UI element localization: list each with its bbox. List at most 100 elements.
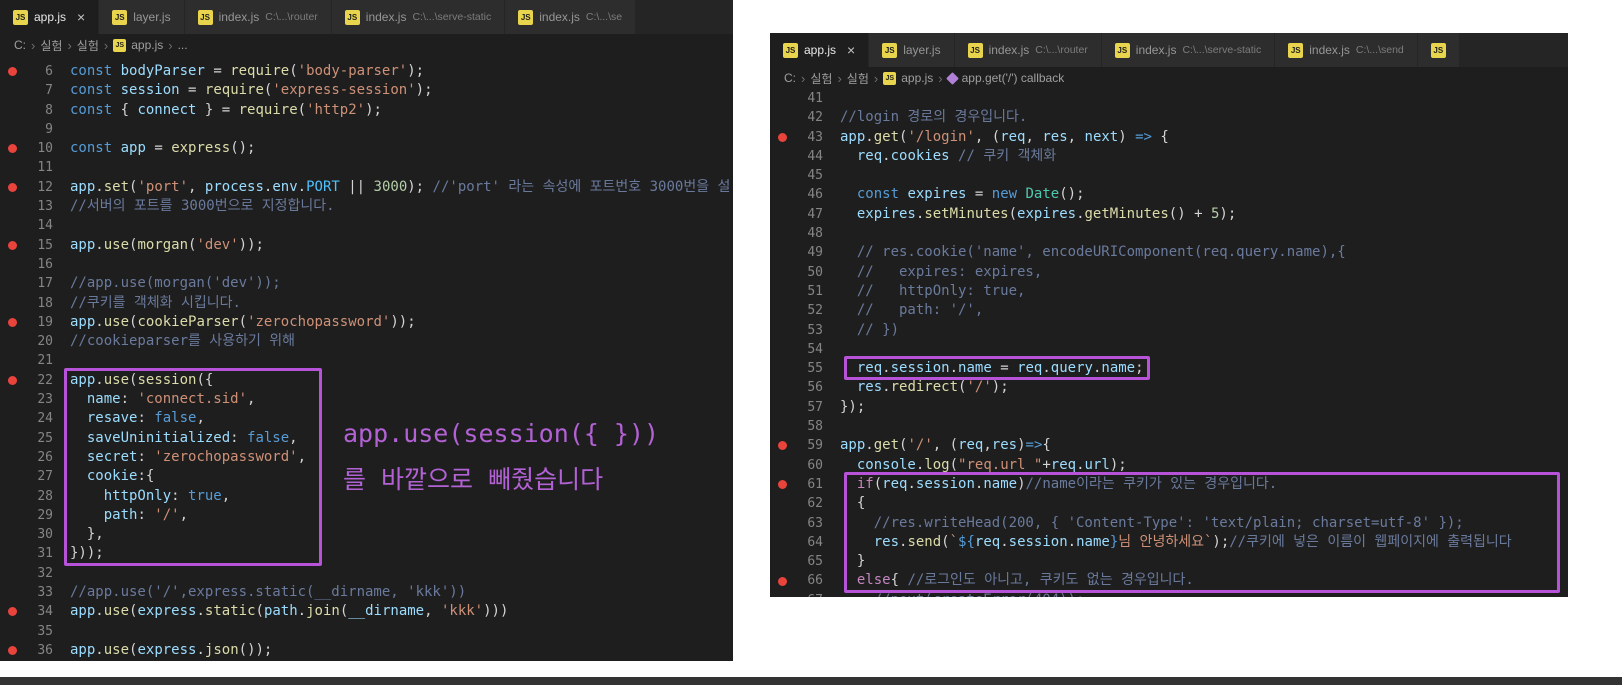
breakpoint-dot[interactable] <box>778 249 787 258</box>
code-line[interactable]: 61 if(req.session.name)//name이라는 쿠키가 있는 … <box>770 475 1568 494</box>
tab-index.js[interactable]: JS index.js C:\...\router <box>954 33 1102 67</box>
code-line[interactable]: 6 const bodyParser = require('body-parser… <box>0 62 733 81</box>
breakpoint-dot[interactable] <box>778 422 787 431</box>
code-line[interactable]: 51 // httpOnly: true, <box>770 282 1568 301</box>
code-line[interactable]: 59 app.get('/', (req,res)=>{ <box>770 436 1568 455</box>
breakpoint-dot[interactable] <box>778 94 787 103</box>
breakpoint-dot[interactable] <box>8 125 17 134</box>
breakpoint-dot[interactable] <box>778 113 787 122</box>
breakpoint-dot[interactable] <box>8 588 17 597</box>
code-editor[interactable]: 6 const bodyParser = require('body-parser… <box>0 56 733 660</box>
breakpoint-dot[interactable] <box>8 260 17 269</box>
code-line[interactable]: 62 { <box>770 494 1568 513</box>
breakpoint-dot[interactable] <box>778 441 787 451</box>
tab-index.js[interactable]: JS index.js C:\...\send <box>1275 33 1418 67</box>
code-line[interactable]: 9 <box>0 120 733 139</box>
breakpoint-dot[interactable] <box>778 557 787 566</box>
breakpoint-dot[interactable] <box>8 511 17 520</box>
code-line[interactable]: 34 app.use(express.static(path.join(__dir… <box>0 602 733 621</box>
code-line[interactable]: 65 } <box>770 552 1568 571</box>
code-line[interactable]: 57}); <box>770 398 1568 417</box>
tab-app.js[interactable]: JS app.js × <box>0 0 100 34</box>
code-line[interactable]: 46 const expires = new Date(); <box>770 185 1568 204</box>
breakpoint-dot[interactable] <box>778 229 787 238</box>
breakpoint-dot[interactable] <box>8 492 17 501</box>
breadcrumb-item[interactable]: JS app.js <box>883 71 933 85</box>
breakpoint-dot[interactable] <box>778 268 787 277</box>
code-line[interactable]: 20 //cookieparser를 사용하기 위해 <box>0 332 733 351</box>
code-line[interactable]: 8 const { connect } = require('http2'); <box>0 101 733 120</box>
breakpoint-dot[interactable] <box>8 395 17 404</box>
breakpoint-dot[interactable] <box>778 364 787 373</box>
code-line[interactable]: 23 name: 'connect.sid', <box>0 390 733 409</box>
breakpoint-dot[interactable] <box>8 530 17 539</box>
code-line[interactable]: 33 //app.use('/',express.static(__dirname… <box>0 583 733 602</box>
breakpoint-dot[interactable] <box>778 287 787 296</box>
breakpoint-dot[interactable] <box>8 202 17 211</box>
breakpoint-dot[interactable] <box>8 279 17 288</box>
breadcrumb-item[interactable]: JS app.js <box>113 38 163 52</box>
code-line[interactable]: 44 req.cookies // 쿠키 객체화 <box>770 147 1568 166</box>
breakpoint-dot[interactable] <box>778 345 787 354</box>
code-editor[interactable]: 41 42 //login 경로의 경우입니다. 43 app.get('/login'… <box>770 89 1568 597</box>
tab-index.js[interactable]: JS index.js C:\...\router <box>184 0 332 34</box>
tab-partial[interactable]: JS <box>1417 33 1460 67</box>
code-line[interactable]: 42 //login 경로의 경우입니다. <box>770 108 1568 127</box>
breakpoint-dot[interactable] <box>8 318 17 327</box>
breakpoint-dot[interactable] <box>8 414 17 423</box>
code-line[interactable]: 41 <box>770 89 1568 108</box>
breakpoint-dot[interactable] <box>8 182 17 192</box>
breakpoint-dot[interactable] <box>8 569 17 578</box>
code-line[interactable]: 14 <box>0 216 733 235</box>
breakpoint-dot[interactable] <box>8 299 17 308</box>
breakpoint-dot[interactable] <box>8 646 17 656</box>
code-line[interactable]: 10 const app = express(); <box>0 139 733 158</box>
code-line[interactable]: 58 <box>770 417 1568 436</box>
breakpoint-dot[interactable] <box>778 538 787 547</box>
code-line[interactable]: 43 app.get('/login', (req, res, next) => … <box>770 128 1568 147</box>
tab-app.js[interactable]: JS app.js × <box>770 33 870 67</box>
breakpoint-dot[interactable] <box>8 67 17 77</box>
code-line[interactable]: 29 path: '/', <box>0 506 733 525</box>
code-line[interactable]: 56 res.redirect('/'); <box>770 378 1568 397</box>
close-icon[interactable]: × <box>847 43 855 57</box>
breakpoint-dot[interactable] <box>8 86 17 95</box>
breakpoint-dot[interactable] <box>8 607 17 617</box>
breakpoint-dot[interactable] <box>778 519 787 528</box>
code-line[interactable]: 22 app.use(session({ <box>0 371 733 390</box>
breakpoint-dot[interactable] <box>778 384 787 393</box>
breadcrumb-item[interactable]: C: <box>784 71 796 85</box>
code-line[interactable]: 30 }, <box>0 525 733 544</box>
tab-layer.js[interactable]: JS layer.js <box>869 33 955 67</box>
code-line[interactable]: 53 // }) <box>770 321 1568 340</box>
breakpoint-dot[interactable] <box>8 434 17 443</box>
breadcrumb-item[interactable]: 실험 <box>810 70 832 87</box>
code-line[interactable]: 12 app.set('port', process.env.PORT || 30… <box>0 178 733 197</box>
breakpoint-dot[interactable] <box>778 326 787 335</box>
breakpoint-dot[interactable] <box>778 152 787 161</box>
code-line[interactable]: 47 expires.setMinutes(expires.getMinutes… <box>770 205 1568 224</box>
code-line[interactable]: 7 const session = require('express-sessio… <box>0 81 733 100</box>
tab-index.js[interactable]: JS index.js C:\...\serve-static <box>1101 33 1276 67</box>
code-line[interactable]: 18 //쿠키를 객체화 시킵니다. <box>0 294 733 313</box>
code-line[interactable]: 17 //app.use(morgan('dev')); <box>0 274 733 293</box>
code-line[interactable]: 21 <box>0 351 733 370</box>
breakpoint-dot[interactable] <box>8 144 17 154</box>
breakpoint-dot[interactable] <box>778 576 787 586</box>
breakpoint-dot[interactable] <box>778 461 787 470</box>
breakpoint-dot[interactable] <box>778 480 787 490</box>
breadcrumb-item[interactable]: 실험 <box>77 37 99 54</box>
code-line[interactable]: 63 //res.writeHead(200, { 'Content-Type'… <box>770 514 1568 533</box>
code-line[interactable]: 54 <box>770 340 1568 359</box>
code-line[interactable]: 52 // path: '/', <box>770 301 1568 320</box>
breakpoint-dot[interactable] <box>8 357 17 366</box>
code-line[interactable]: 19 app.use(cookieParser('zerochopassword'… <box>0 313 733 332</box>
code-line[interactable]: 32 <box>0 564 733 583</box>
code-line[interactable]: 60 console.log("req.url "+req.url); <box>770 456 1568 475</box>
code-line[interactable]: 35 <box>0 622 733 641</box>
breakpoint-dot[interactable] <box>8 240 17 250</box>
code-line[interactable]: 31})); <box>0 544 733 563</box>
tab-index.js[interactable]: JS index.js C:\...\se <box>505 0 637 34</box>
close-icon[interactable]: × <box>77 10 85 24</box>
code-line[interactable]: 16 <box>0 255 733 274</box>
